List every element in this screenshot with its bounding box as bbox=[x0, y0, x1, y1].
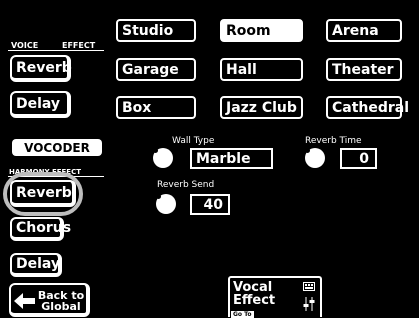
room-room-label: Room bbox=[226, 22, 271, 39]
room-theater-label: Theater bbox=[332, 61, 394, 78]
reverb-time-value: 0 bbox=[340, 148, 377, 169]
room-hall-label: Hall bbox=[226, 61, 257, 78]
room-garage-button[interactable]: Garage bbox=[116, 58, 196, 81]
reverb-send-value: 40 bbox=[190, 194, 230, 215]
reverb-send-label: Reverb Send bbox=[157, 180, 215, 190]
voice-delay-button[interactable]: Delay bbox=[10, 91, 71, 118]
room-arena-label: Arena bbox=[332, 22, 379, 39]
harmony-chorus-label: Chorus bbox=[16, 220, 72, 236]
room-theater-button[interactable]: Theater bbox=[326, 58, 402, 81]
goto-vocal-effect-button[interactable]: Vocal Effect Go To bbox=[228, 276, 322, 318]
harmony-delay-label: Delay bbox=[16, 256, 61, 272]
room-jazz-club-button[interactable]: Jazz Club bbox=[220, 96, 303, 119]
reverb-send-knob[interactable] bbox=[156, 194, 176, 214]
room-studio-button[interactable]: Studio bbox=[116, 19, 196, 42]
room-hall-button[interactable]: Hall bbox=[220, 58, 303, 81]
voice-effect-label-left: VOICE bbox=[11, 41, 39, 50]
voice-reverb-button[interactable]: Reverb bbox=[10, 55, 72, 82]
room-garage-label: Garage bbox=[122, 61, 179, 78]
goto-vocal-effect-title: Vocal Effect bbox=[233, 280, 276, 308]
vocoder-button[interactable]: VOCODER bbox=[12, 139, 102, 156]
arrow-left-icon bbox=[14, 293, 35, 309]
wall-type-label: Wall Type bbox=[172, 136, 215, 146]
voice-reverb-label: Reverb bbox=[16, 59, 72, 76]
wall-type-value: Marble bbox=[190, 148, 273, 169]
reverb-time-label: Reverb Time bbox=[305, 136, 362, 146]
back-to-global-button[interactable]: Back to Global bbox=[9, 283, 90, 317]
voice-delay-label: Delay bbox=[16, 95, 61, 112]
wall-type-knob[interactable] bbox=[153, 148, 173, 168]
reverb-time-knob[interactable] bbox=[305, 148, 325, 168]
harmony-reverb-button[interactable]: Reverb bbox=[10, 180, 76, 207]
room-cathedral-button[interactable]: Cathedral bbox=[326, 96, 409, 119]
room-arena-button[interactable]: Arena bbox=[326, 19, 402, 42]
back-to-global-label: Back to Global bbox=[37, 289, 85, 313]
room-jazz-club-label: Jazz Club bbox=[226, 99, 297, 116]
room-box-label: Box bbox=[122, 99, 152, 116]
room-box-button[interactable]: Box bbox=[116, 96, 196, 119]
harmony-delay-button[interactable]: Delay bbox=[10, 253, 62, 277]
vocoder-label: VOCODER bbox=[24, 140, 90, 155]
room-room-button[interactable]: Room bbox=[220, 19, 303, 42]
voice-effect-divider bbox=[8, 50, 104, 51]
keyboard-icon bbox=[303, 282, 315, 291]
harmony-chorus-button[interactable]: Chorus bbox=[10, 217, 71, 241]
voice-effect-label-right: EFFECT bbox=[62, 41, 96, 50]
room-studio-label: Studio bbox=[122, 22, 174, 39]
room-cathedral-label: Cathedral bbox=[332, 99, 410, 116]
mixer-icon bbox=[303, 297, 315, 311]
harmony-reverb-label: Reverb bbox=[16, 184, 72, 201]
